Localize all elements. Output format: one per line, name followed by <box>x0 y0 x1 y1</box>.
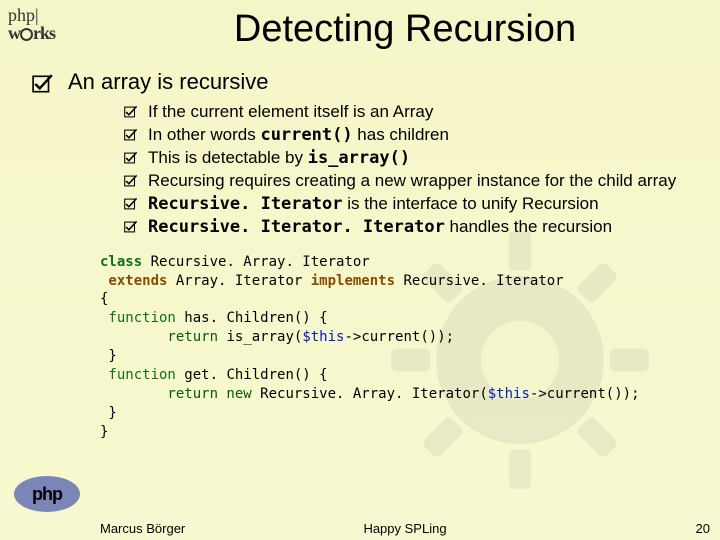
sub-bullet-list: If the current element itself is an Arra… <box>124 101 710 239</box>
list-item: If the current element itself is an Arra… <box>124 101 710 124</box>
list-item: Recursive. Iterator. Iterator handles th… <box>124 216 710 239</box>
list-item-text: Recursing requires creating a new wrappe… <box>148 170 676 193</box>
checkbox-icon <box>124 197 138 211</box>
footer-talk: Happy SPLing <box>100 521 710 536</box>
list-item-text: Recursive. Iterator is the interface to … <box>148 193 599 216</box>
php-logo: php <box>14 476 80 512</box>
checkbox-icon <box>124 174 138 188</box>
list-item-text: This is detectable by is_array() <box>148 147 410 170</box>
list-item: This is detectable by is_array() <box>124 147 710 170</box>
main-bullet: An array is recursive <box>100 69 710 95</box>
slide-title: Detecting Recursion <box>100 8 710 51</box>
list-item: Recursing requires creating a new wrappe… <box>124 170 710 193</box>
list-item-text: Recursive. Iterator. Iterator handles th… <box>148 216 612 239</box>
checkbox-icon <box>124 151 138 165</box>
checkbox-icon <box>32 73 54 95</box>
checkbox-icon <box>124 220 138 234</box>
main-bullet-text: An array is recursive <box>68 69 269 95</box>
code-block: class Recursive. Array. Iterator extends… <box>100 253 710 442</box>
list-item-text: If the current element itself is an Arra… <box>148 101 433 124</box>
list-item: In other words current() has children <box>124 124 710 147</box>
gear-icon <box>20 28 33 41</box>
phpworks-logo: php| wrks <box>8 6 55 42</box>
footer: Marcus Börger Happy SPLing 20 <box>100 521 710 536</box>
checkbox-icon <box>124 128 138 142</box>
logo-text-php: php <box>8 5 35 25</box>
list-item: Recursive. Iterator is the interface to … <box>124 193 710 216</box>
list-item-text: In other words current() has children <box>148 124 449 147</box>
checkbox-icon <box>124 105 138 119</box>
